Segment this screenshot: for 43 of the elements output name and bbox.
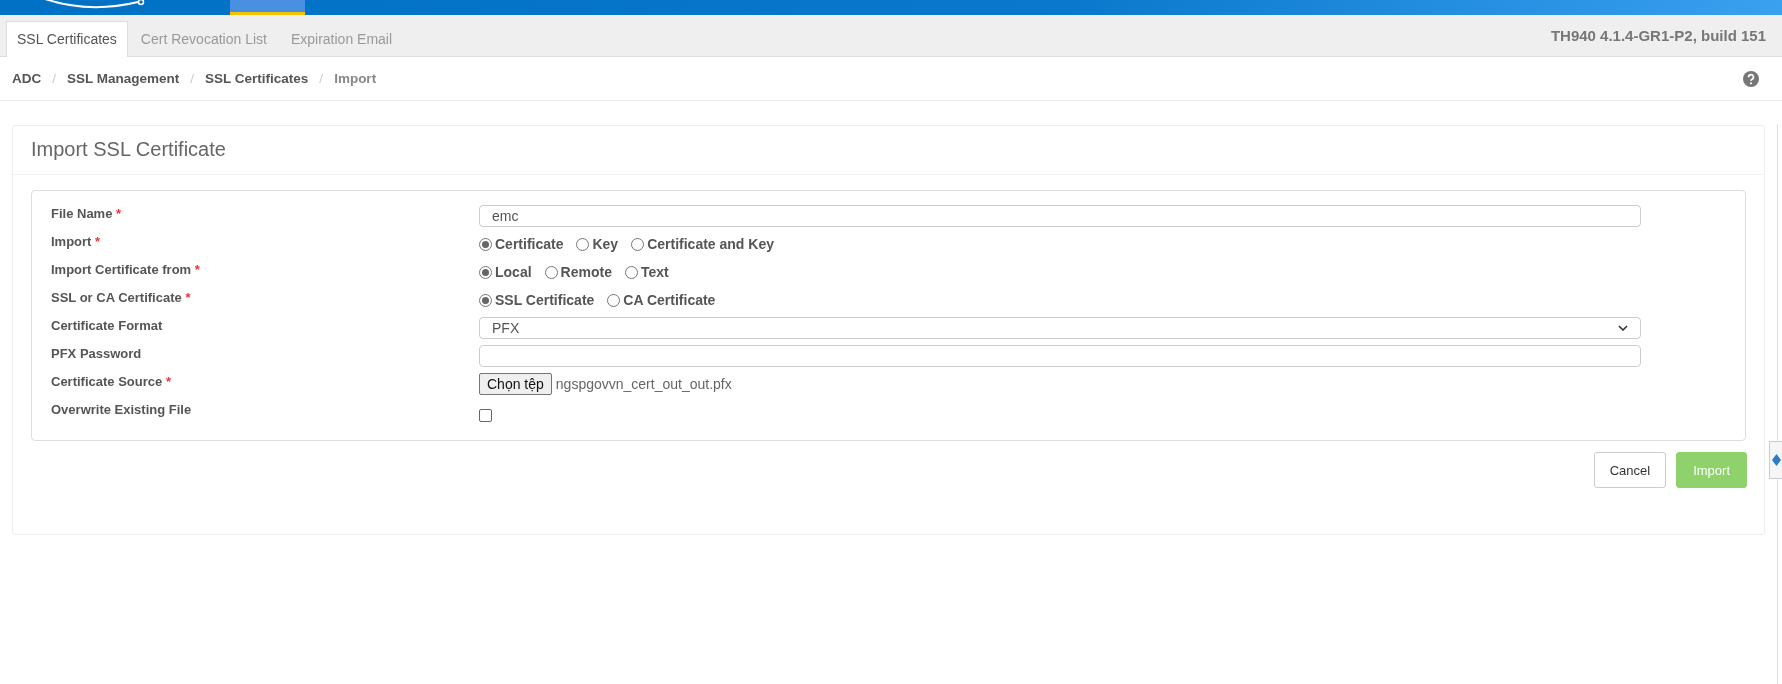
help-icon[interactable]: [1743, 70, 1759, 87]
file-name-field[interactable]: emc: [479, 205, 1641, 227]
breadcrumb-link[interactable]: SSL Certificates: [205, 71, 309, 86]
field-label: Certificate Source: [51, 374, 163, 389]
radio-label[interactable]: Certificate and Key: [647, 236, 774, 252]
breadcrumb-link[interactable]: SSL Management: [67, 71, 180, 86]
required-marker: *: [194, 262, 200, 277]
field-label: Import: [51, 234, 92, 249]
password-field[interactable]: [479, 345, 1641, 367]
version-label: TH940 4.1.4-GR1-P2, build 151: [1550, 27, 1767, 44]
panel-title: Import SSL Certificate: [13, 126, 1764, 175]
choose-file-button[interactable]: Chọn tệp: [479, 373, 552, 395]
active-nav-item[interactable]: [230, 0, 305, 15]
radio-label[interactable]: CA Certificate: [623, 292, 716, 308]
breadcrumb-separator: /: [52, 71, 56, 86]
field-label: Overwrite Existing File: [51, 402, 192, 417]
radio-label[interactable]: SSL Certificate: [495, 292, 595, 308]
field-label: Import Certificate from: [51, 262, 192, 277]
field-label: File Name: [51, 206, 113, 221]
field-label: Certificate Format: [51, 318, 163, 333]
radio-label[interactable]: Local: [495, 264, 532, 280]
diamond-icon: [1771, 454, 1781, 466]
radio-label[interactable]: Text: [640, 264, 669, 280]
breadcrumb-current: Import: [334, 71, 377, 86]
breadcrumb-separator: /: [319, 71, 324, 86]
required-marker: *: [116, 206, 122, 221]
required-marker: *: [185, 290, 191, 305]
field-label: PFX Password: [51, 346, 142, 361]
format-dropdown[interactable]: PFX: [479, 317, 1641, 339]
breadcrumb-link[interactable]: ADC: [12, 71, 42, 86]
cancel-button[interactable]: Cancel: [1593, 452, 1667, 488]
caret-icon: [1618, 325, 1628, 331]
radio-label[interactable]: Remote: [560, 264, 612, 280]
required-marker: *: [95, 234, 101, 249]
breadcrumb-separator: /: [190, 71, 195, 86]
radio-label[interactable]: Certificate: [495, 236, 564, 252]
file-name-text: ngspgovvn_cert_out_out.pfx: [555, 376, 732, 392]
field-label: SSL or CA Certificate: [51, 290, 182, 305]
required-marker: *: [165, 374, 171, 389]
checkbox[interactable]: [479, 408, 492, 422]
radio-label[interactable]: Key: [592, 236, 619, 252]
tab[interactable]: SSL Certificates: [6, 21, 128, 57]
side-panel-tab[interactable]: [1769, 441, 1782, 479]
